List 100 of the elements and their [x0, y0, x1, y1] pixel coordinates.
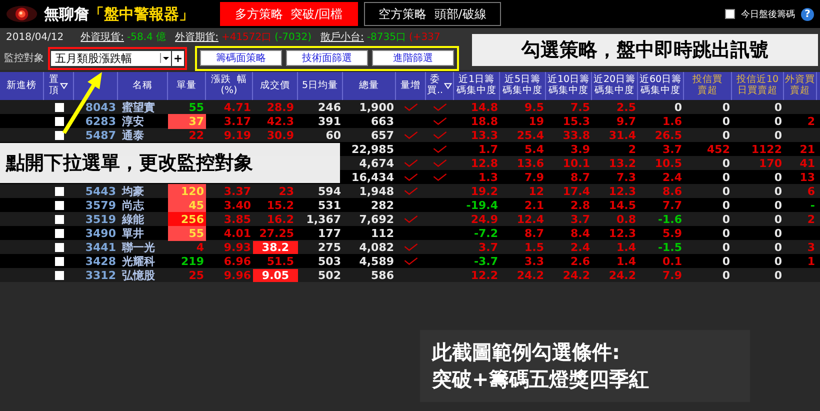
- stock-name: 光耀科: [122, 254, 155, 269]
- filter-icon[interactable]: [444, 82, 452, 90]
- table-cell: 26.5: [654, 129, 682, 142]
- header-text: 日買賣超: [738, 86, 778, 97]
- table-cell: 663: [371, 115, 394, 128]
- table-cell: 41: [800, 156, 815, 170]
- table-cell: 391: [318, 115, 341, 128]
- checkbox[interactable]: [725, 9, 735, 19]
- pin-checkbox[interactable]: [54, 271, 64, 280]
- stock-name: 單井: [122, 226, 144, 241]
- table-cell: 25.4: [516, 129, 544, 142]
- pin-checkbox[interactable]: [54, 187, 64, 196]
- volume-cell: 55: [168, 226, 206, 241]
- table-cell: 3.7: [478, 241, 498, 254]
- volume-cell-text: 4: [195, 240, 205, 255]
- stock-code: 6283: [85, 115, 116, 128]
- table-cell: 1,900: [359, 101, 394, 114]
- stock-code: 3490: [85, 227, 116, 240]
- header-text: 買..: [426, 86, 444, 97]
- price-cell-text: 27.25: [258, 227, 295, 240]
- header-text: 外資買: [785, 75, 815, 86]
- stock-name: 通泰: [122, 128, 144, 143]
- header-text: 總量: [359, 80, 379, 92]
- volume-cell-text: 22: [188, 128, 205, 143]
- pin-checkbox[interactable]: [54, 257, 64, 266]
- change-cell: 3.37: [224, 185, 251, 198]
- table-cell: 2.6: [570, 255, 590, 268]
- header-text: 新進榜: [6, 80, 36, 92]
- pin-checkbox[interactable]: [54, 117, 64, 126]
- table-cell: 177: [318, 227, 341, 240]
- table-cell: 0: [774, 170, 782, 184]
- table-cell: 7,692: [359, 213, 394, 226]
- table-cell: 0: [774, 227, 782, 240]
- table-cell: 3.7: [570, 213, 590, 226]
- stock-name: 淳安: [122, 114, 144, 129]
- table-cell: 0: [722, 129, 730, 142]
- table-cell: 9.5: [524, 101, 544, 114]
- table-cell: 4,674: [359, 156, 394, 170]
- monitor-dropdown[interactable]: 五月類股漲跌幅: [51, 50, 171, 66]
- table-cell: 5.9: [662, 227, 682, 240]
- table-cell: 0: [722, 185, 730, 198]
- table-cell: 0: [774, 255, 782, 268]
- table-cell: 586: [371, 269, 394, 282]
- monitor-label: 監控對象: [4, 52, 44, 65]
- pin-checkbox[interactable]: [54, 215, 64, 224]
- help-icon[interactable]: ?: [801, 8, 814, 20]
- pin-checkbox[interactable]: [54, 243, 64, 252]
- header-text: 碼集中度: [594, 86, 634, 97]
- table-cell: 657: [371, 129, 394, 142]
- pin-checkbox[interactable]: [54, 229, 64, 238]
- header-text: 量增: [400, 80, 420, 92]
- caption-text: 此截圖範例勾選條件:: [432, 339, 621, 366]
- table-cell: 24.2: [516, 269, 544, 282]
- table-cell: 1.5: [524, 241, 544, 254]
- caret-icon[interactable]: [160, 53, 171, 63]
- table-cell: 13: [800, 170, 815, 184]
- table-cell: 0: [722, 241, 730, 254]
- table-cell: 2.8: [570, 199, 590, 212]
- table-cell: 112: [371, 227, 394, 240]
- pin-checkbox[interactable]: [54, 201, 64, 210]
- change-cell: 3.40: [224, 199, 251, 212]
- table-cell: -1.6: [658, 213, 682, 226]
- info-value: (-7032): [274, 32, 312, 42]
- table-cell: 5.4: [524, 142, 544, 156]
- table-cell: -1.5: [658, 241, 682, 254]
- info-value: -8735口: [366, 31, 406, 44]
- strategy-tab[interactable]: 空方策略 頭部/破線: [364, 2, 502, 26]
- table-cell: 2: [628, 142, 636, 156]
- table-cell: 1.4: [616, 241, 636, 254]
- table-cell: 452: [707, 142, 730, 156]
- table-cell: 502: [318, 269, 341, 282]
- volume-cell-text: 219: [180, 254, 205, 269]
- pin-checkbox[interactable]: [54, 131, 64, 140]
- table-cell: 4,589: [359, 255, 394, 268]
- header-text: 頂: [49, 86, 59, 97]
- table-cell: 7.9: [662, 269, 682, 282]
- add-button[interactable]: +: [172, 50, 184, 66]
- header-text: 委: [430, 75, 440, 86]
- table-cell: 24.9: [470, 213, 498, 226]
- filter-button[interactable]: 技術面篩選: [286, 50, 368, 66]
- table-cell: 6: [807, 185, 815, 198]
- callout-text: 勾選策略，盤中即時跳出訊號: [522, 38, 768, 63]
- price-cell-text: 16.2: [266, 213, 295, 226]
- table-cell: 2: [807, 115, 815, 128]
- header-text: 近5日籌: [504, 75, 541, 86]
- strategy-tab[interactable]: 多方策略 突破/回檔: [220, 2, 358, 26]
- table-cell: 18.8: [470, 115, 498, 128]
- filter-icon[interactable]: [60, 82, 68, 90]
- filter-button[interactable]: 籌碼面策略: [200, 50, 282, 66]
- table-cell: 3: [807, 241, 815, 254]
- table-cell: 19.2: [470, 185, 498, 198]
- change-cell: 9.93: [224, 241, 251, 254]
- table-cell: 1.6: [662, 115, 682, 128]
- header-text: 漲跌 幅: [210, 75, 248, 86]
- pin-checkbox[interactable]: [54, 103, 64, 112]
- table-cell: 13.2: [608, 156, 636, 170]
- table-cell: 8.7: [524, 227, 544, 240]
- table-cell: 2.5: [616, 101, 636, 114]
- filter-button[interactable]: 進階篩選: [372, 50, 454, 66]
- table-cell: 31.4: [608, 129, 636, 142]
